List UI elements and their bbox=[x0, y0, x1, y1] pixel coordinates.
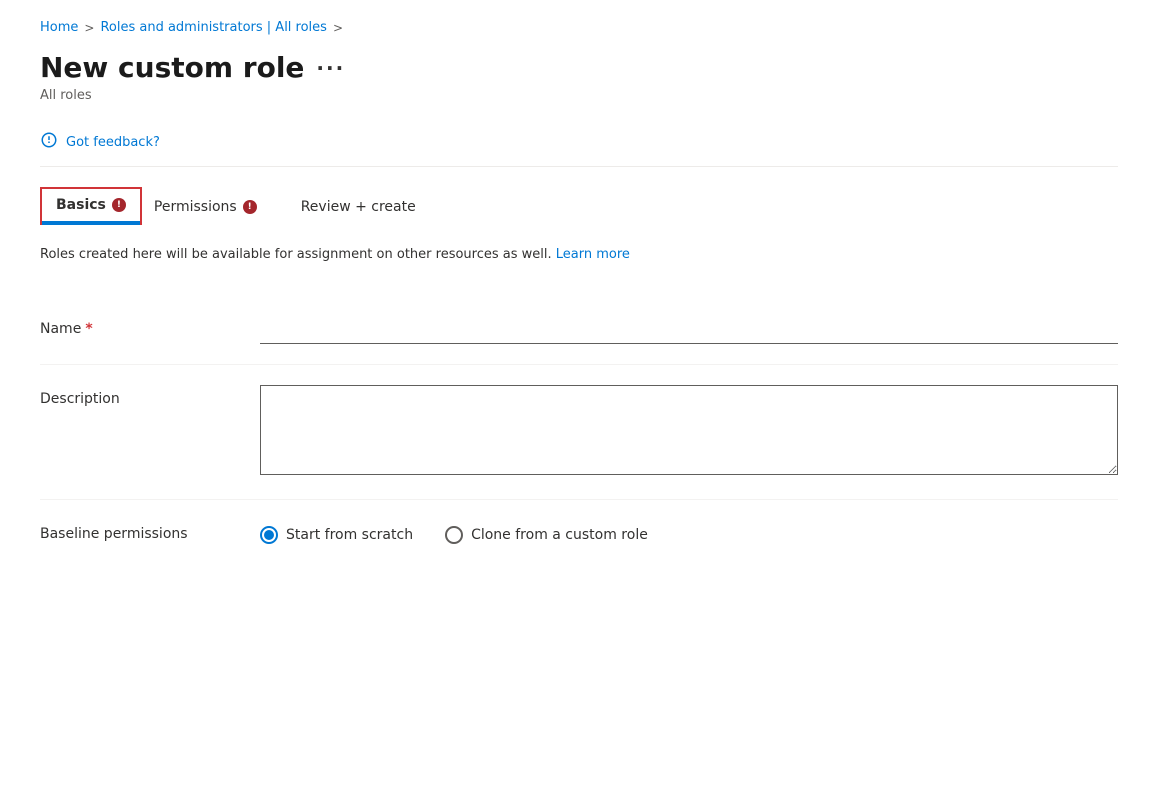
breadcrumb-chevron-1: > bbox=[84, 21, 94, 35]
name-field-row: Name * bbox=[40, 295, 1118, 365]
radio-scratch-inner bbox=[264, 530, 274, 540]
tab-permissions[interactable]: Permissions ! bbox=[154, 189, 277, 225]
tab-review-create[interactable]: Review + create bbox=[301, 189, 436, 225]
breadcrumb: Home > Roles and administrators | All ro… bbox=[40, 20, 1118, 35]
breadcrumb-home[interactable]: Home bbox=[40, 20, 78, 35]
radio-scratch[interactable]: Start from scratch bbox=[260, 526, 413, 544]
page-title: New custom role bbox=[40, 51, 304, 84]
baseline-label: Baseline permissions bbox=[40, 520, 260, 542]
description-field-row: Description bbox=[40, 365, 1118, 500]
form-section: Name * Description Baseline permissions bbox=[40, 295, 1118, 564]
description-input-wrapper bbox=[260, 385, 1118, 479]
name-input-wrapper bbox=[260, 315, 1118, 344]
radio-scratch-circle[interactable] bbox=[260, 526, 278, 544]
tab-basics-error: ! bbox=[112, 198, 126, 212]
tab-permissions-error: ! bbox=[243, 200, 257, 214]
feedback-link[interactable]: Got feedback? bbox=[66, 135, 160, 150]
page-title-container: New custom role ··· bbox=[40, 51, 1118, 84]
tab-basics-label: Basics bbox=[56, 197, 106, 213]
learn-more-link[interactable]: Learn more bbox=[556, 247, 630, 262]
feedback-icon bbox=[40, 131, 58, 154]
description-input[interactable] bbox=[260, 385, 1118, 475]
name-required-star: * bbox=[85, 321, 92, 337]
name-label: Name * bbox=[40, 315, 260, 337]
tab-permissions-label: Permissions bbox=[154, 199, 237, 215]
tab-basics[interactable]: Basics ! bbox=[40, 187, 142, 225]
page-subtitle: All roles bbox=[40, 88, 1118, 103]
tabs-container: Basics ! Permissions ! Review + create bbox=[40, 187, 1118, 225]
radio-clone[interactable]: Clone from a custom role bbox=[445, 526, 648, 544]
radio-scratch-label: Start from scratch bbox=[286, 527, 413, 543]
more-options-button[interactable]: ··· bbox=[316, 56, 345, 80]
description-label: Description bbox=[40, 385, 260, 407]
name-input[interactable] bbox=[260, 315, 1118, 344]
breadcrumb-chevron-2: > bbox=[333, 21, 343, 35]
radio-clone-label: Clone from a custom role bbox=[471, 527, 648, 543]
baseline-options-wrapper: Start from scratch Clone from a custom r… bbox=[260, 520, 1118, 544]
breadcrumb-roles[interactable]: Roles and administrators | All roles bbox=[100, 20, 327, 35]
radio-group: Start from scratch Clone from a custom r… bbox=[260, 520, 1118, 544]
radio-clone-circle[interactable] bbox=[445, 526, 463, 544]
tab-review-create-label: Review + create bbox=[301, 199, 416, 215]
info-text-content: Roles created here will be available for… bbox=[40, 247, 552, 262]
info-text: Roles created here will be available for… bbox=[40, 245, 1118, 265]
baseline-permissions-row: Baseline permissions Start from scratch … bbox=[40, 500, 1118, 564]
feedback-bar: Got feedback? bbox=[40, 123, 1118, 167]
